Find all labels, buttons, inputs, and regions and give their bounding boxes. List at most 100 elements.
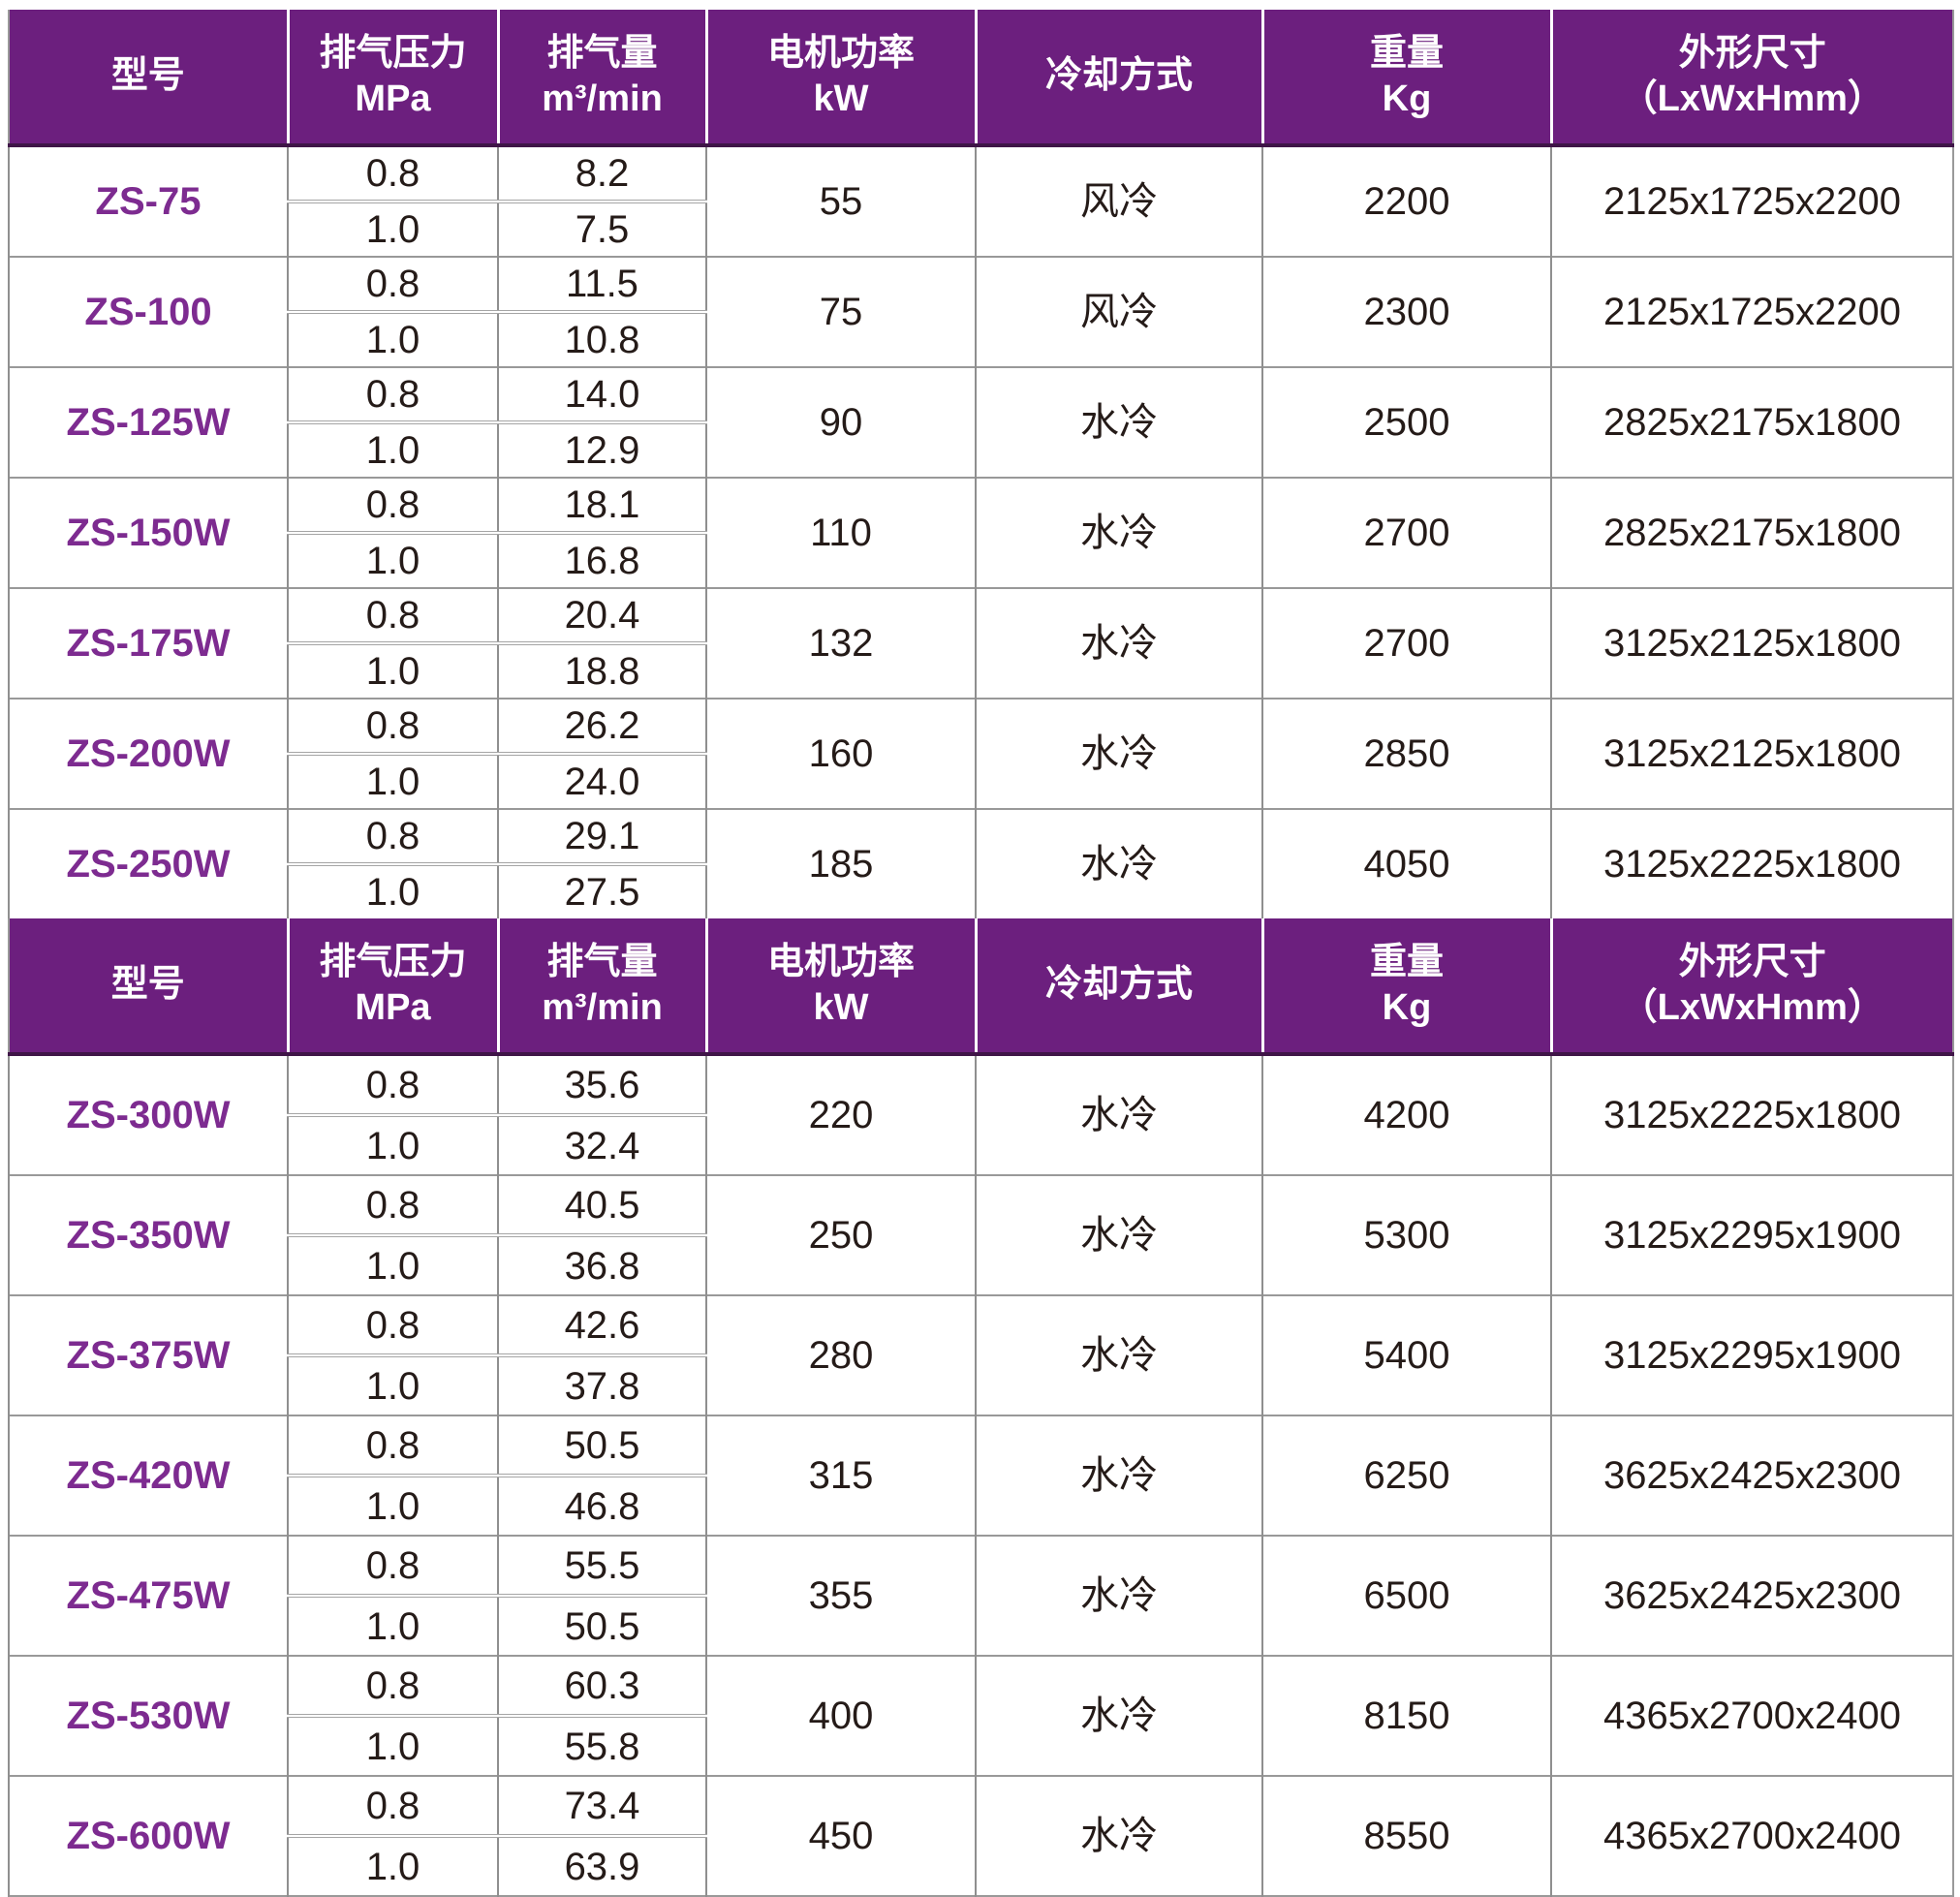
displacement-cell: 36.8: [498, 1235, 706, 1295]
dims-cell: 3125x2225x1800: [1551, 809, 1953, 918]
power-cell: 75: [706, 257, 976, 367]
cooling-cell: 水冷: [976, 1776, 1262, 1896]
pressure-cell: 1.0: [288, 1716, 498, 1776]
displacement-cell: 42.6: [498, 1295, 706, 1355]
pressure-cell: 0.8: [288, 809, 498, 864]
table-row: ZS-125W 0.8 14.0 90 水冷 2500 2825x2175x18…: [9, 367, 1953, 422]
pressure-cell: 1.0: [288, 643, 498, 699]
weight-cell: 5400: [1262, 1295, 1551, 1415]
displacement-cell: 18.8: [498, 643, 706, 699]
pressure-cell: 1.0: [288, 1476, 498, 1536]
power-cell: 55: [706, 145, 976, 257]
power-cell: 280: [706, 1295, 976, 1415]
model-cell: ZS-100: [9, 257, 288, 367]
header-model-label: 型号: [10, 53, 287, 100]
table-row: ZS-150W 0.8 18.1 110 水冷 2700 2825x2175x1…: [9, 478, 1953, 533]
weight-cell: 2300: [1262, 257, 1551, 367]
displacement-cell: 50.5: [498, 1596, 706, 1656]
table-row: ZS-350W 0.8 40.5 250 水冷 5300 3125x2295x1…: [9, 1175, 1953, 1235]
weight-cell: 2700: [1262, 478, 1551, 588]
table-row: ZS-375W 0.8 42.6 280 水冷 5400 3125x2295x1…: [9, 1295, 1953, 1355]
cooling-cell: 水冷: [976, 1054, 1262, 1175]
cooling-cell: 水冷: [976, 367, 1262, 478]
header-dims: 外形尺寸（LxWxHmm）: [1551, 10, 1953, 145]
displacement-cell: 12.9: [498, 422, 706, 478]
pressure-cell: 1.0: [288, 1836, 498, 1896]
dims-cell: 2125x1725x2200: [1551, 257, 1953, 367]
pressure-cell: 1.0: [288, 422, 498, 478]
table-row: ZS-300W 0.8 35.6 220 水冷 4200 3125x2225x1…: [9, 1054, 1953, 1115]
model-cell: ZS-150W: [9, 478, 288, 588]
pressure-cell: 0.8: [288, 145, 498, 202]
table-row: ZS-100 0.8 11.5 75 风冷 2300 2125x1725x220…: [9, 257, 1953, 312]
pressure-cell: 0.8: [288, 699, 498, 754]
weight-cell: 5300: [1262, 1175, 1551, 1295]
model-cell: ZS-125W: [9, 367, 288, 478]
displacement-cell: 55.5: [498, 1536, 706, 1596]
displacement-cell: 60.3: [498, 1656, 706, 1716]
model-cell: ZS-475W: [9, 1536, 288, 1656]
pressure-cell: 1.0: [288, 533, 498, 588]
displacement-cell: 7.5: [498, 202, 706, 257]
displacement-cell: 37.8: [498, 1355, 706, 1415]
cooling-cell: 水冷: [976, 809, 1262, 918]
cooling-cell: 水冷: [976, 1175, 1262, 1295]
header-power: 电机功率kW: [706, 10, 976, 145]
pressure-cell: 0.8: [288, 1054, 498, 1115]
cooling-cell: 风冷: [976, 257, 1262, 367]
dims-cell: 3125x2225x1800: [1551, 1054, 1953, 1175]
model-cell: ZS-175W: [9, 588, 288, 699]
header-model: 型号: [9, 918, 288, 1054]
pressure-cell: 1.0: [288, 1596, 498, 1656]
header-row: 型号 排气压力MPa 排气量m³/min 电机功率kW 冷却方式 重量Kg 外形…: [9, 918, 1953, 1054]
pressure-cell: 0.8: [288, 367, 498, 422]
table-row: ZS-530W 0.8 60.3 400 水冷 8150 4365x2700x2…: [9, 1656, 1953, 1716]
weight-cell: 6250: [1262, 1415, 1551, 1536]
table-row: ZS-420W 0.8 50.5 315 水冷 6250 3625x2425x2…: [9, 1415, 1953, 1476]
table-row: ZS-175W 0.8 20.4 132 水冷 2700 3125x2125x1…: [9, 588, 1953, 643]
dims-cell: 2825x2175x1800: [1551, 367, 1953, 478]
model-cell: ZS-530W: [9, 1656, 288, 1776]
power-cell: 315: [706, 1415, 976, 1536]
cooling-cell: 水冷: [976, 478, 1262, 588]
cooling-cell: 水冷: [976, 1536, 1262, 1656]
displacement-cell: 32.4: [498, 1115, 706, 1175]
pressure-cell: 0.8: [288, 1295, 498, 1355]
model-cell: ZS-75: [9, 145, 288, 257]
cooling-cell: 水冷: [976, 1295, 1262, 1415]
power-cell: 185: [706, 809, 976, 918]
weight-cell: 2700: [1262, 588, 1551, 699]
pressure-cell: 0.8: [288, 1536, 498, 1596]
model-cell: ZS-420W: [9, 1415, 288, 1536]
header-cooling: 冷却方式: [976, 918, 1262, 1054]
dims-cell: 4365x2700x2400: [1551, 1656, 1953, 1776]
dims-cell: 2825x2175x1800: [1551, 478, 1953, 588]
power-cell: 250: [706, 1175, 976, 1295]
model-cell: ZS-250W: [9, 809, 288, 918]
displacement-cell: 11.5: [498, 257, 706, 312]
pressure-cell: 1.0: [288, 1115, 498, 1175]
weight-cell: 4050: [1262, 809, 1551, 918]
pressure-cell: 0.8: [288, 1776, 498, 1836]
power-cell: 355: [706, 1536, 976, 1656]
displacement-cell: 18.1: [498, 478, 706, 533]
power-cell: 132: [706, 588, 976, 699]
header-cooling: 冷却方式: [976, 10, 1262, 145]
displacement-cell: 35.6: [498, 1054, 706, 1115]
cooling-cell: 风冷: [976, 145, 1262, 257]
pressure-cell: 0.8: [288, 478, 498, 533]
model-cell: ZS-350W: [9, 1175, 288, 1295]
displacement-cell: 20.4: [498, 588, 706, 643]
displacement-cell: 8.2: [498, 145, 706, 202]
header-power: 电机功率kW: [706, 918, 976, 1054]
dims-cell: 3125x2295x1900: [1551, 1175, 1953, 1295]
weight-cell: 8150: [1262, 1656, 1551, 1776]
header-weight: 重量Kg: [1262, 10, 1551, 145]
pressure-cell: 1.0: [288, 754, 498, 809]
displacement-cell: 29.1: [498, 809, 706, 864]
weight-cell: 2200: [1262, 145, 1551, 257]
header-pressure: 排气压力MPa: [288, 918, 498, 1054]
power-cell: 400: [706, 1656, 976, 1776]
model-cell: ZS-200W: [9, 699, 288, 809]
displacement-cell: 24.0: [498, 754, 706, 809]
